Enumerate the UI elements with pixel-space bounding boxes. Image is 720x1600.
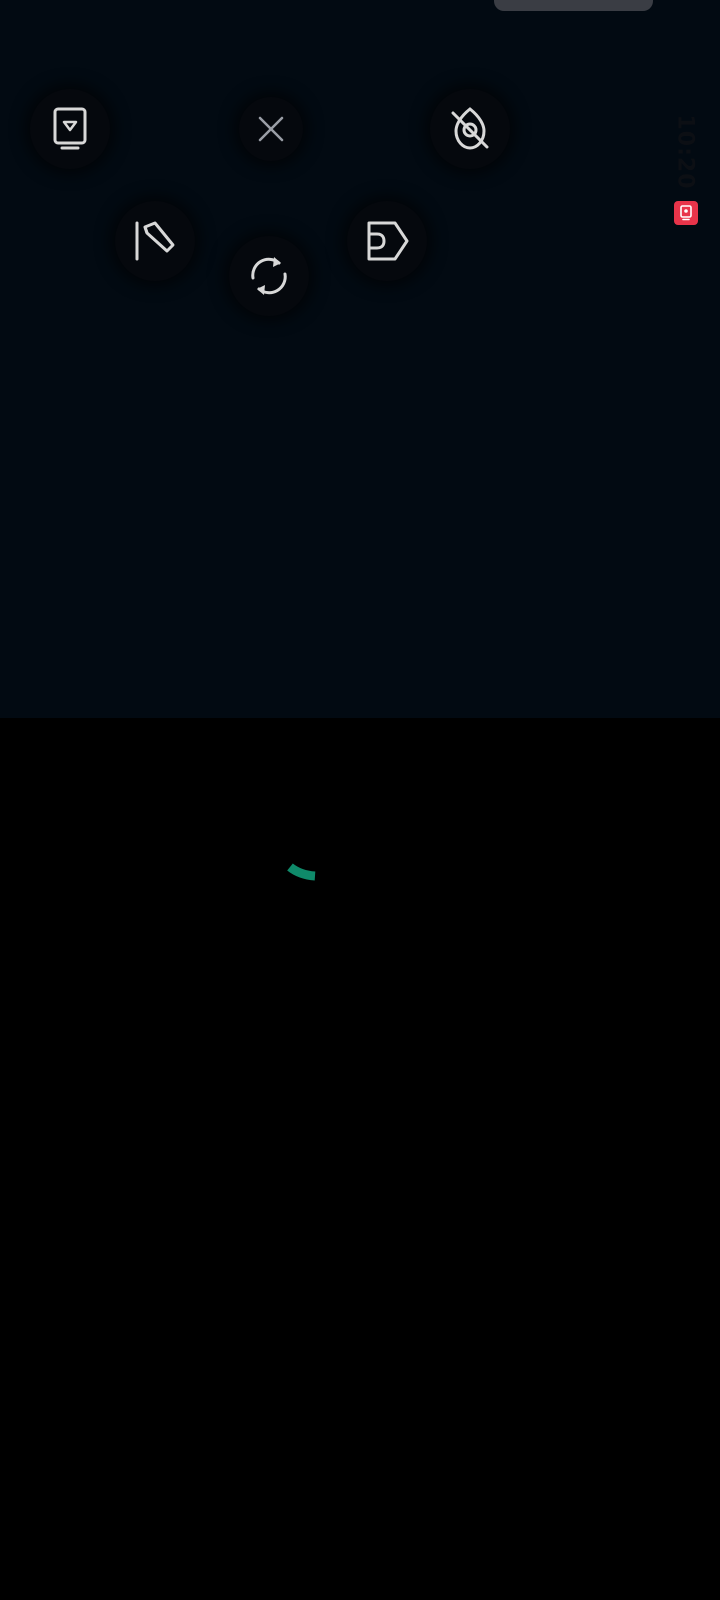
pencil-icon — [135, 221, 175, 261]
close-button[interactable] — [239, 97, 303, 161]
screen: 10:20 — [0, 0, 720, 1600]
close-icon — [258, 116, 284, 142]
screen-share-button[interactable] — [30, 89, 110, 169]
screen-share-icon — [53, 107, 87, 150]
eye-off-icon — [451, 107, 489, 150]
floating-menu-panel: 10:20 — [0, 0, 720, 718]
recorder-badge[interactable] — [674, 201, 698, 225]
content-area — [0, 718, 720, 1600]
rotate-button[interactable] — [229, 236, 309, 316]
loading-spinner-icon — [287, 863, 316, 881]
recorder-icon — [680, 205, 692, 221]
notification-handle[interactable] — [494, 0, 653, 11]
status-clock: 10:20 — [672, 114, 698, 190]
edit-button[interactable] — [115, 201, 195, 281]
rotate-icon — [251, 257, 287, 295]
hide-button[interactable] — [430, 89, 510, 169]
label-button[interactable] — [347, 201, 427, 281]
tag-icon — [367, 221, 409, 261]
